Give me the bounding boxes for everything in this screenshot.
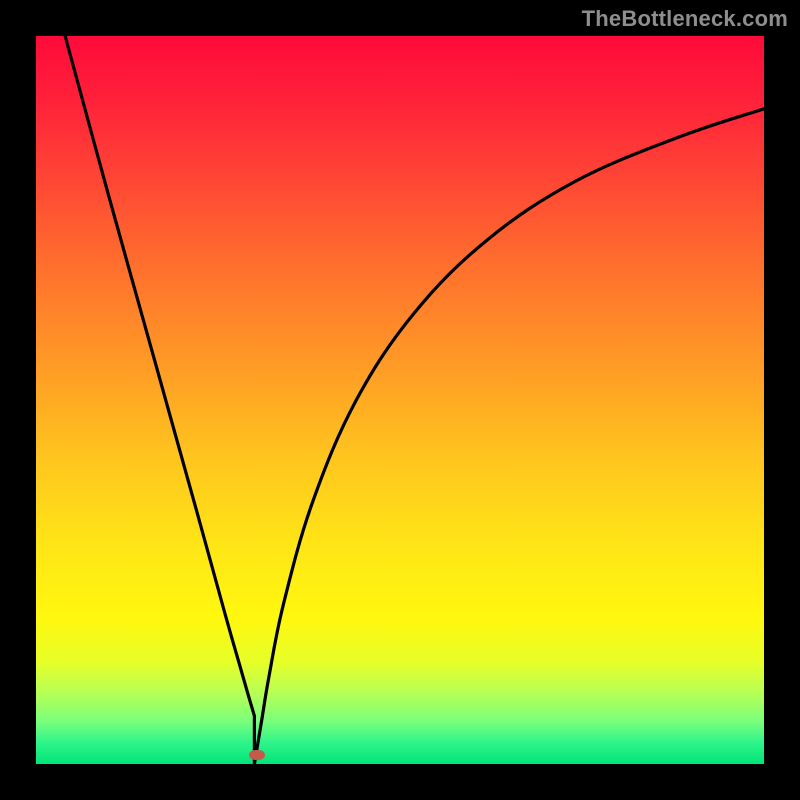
chart-frame: TheBottleneck.com xyxy=(0,0,800,800)
attribution-watermark: TheBottleneck.com xyxy=(582,6,788,32)
optimal-point-marker xyxy=(249,750,265,760)
plot-area xyxy=(36,36,764,764)
bottleneck-curve xyxy=(36,36,764,764)
curve-path xyxy=(65,36,764,764)
